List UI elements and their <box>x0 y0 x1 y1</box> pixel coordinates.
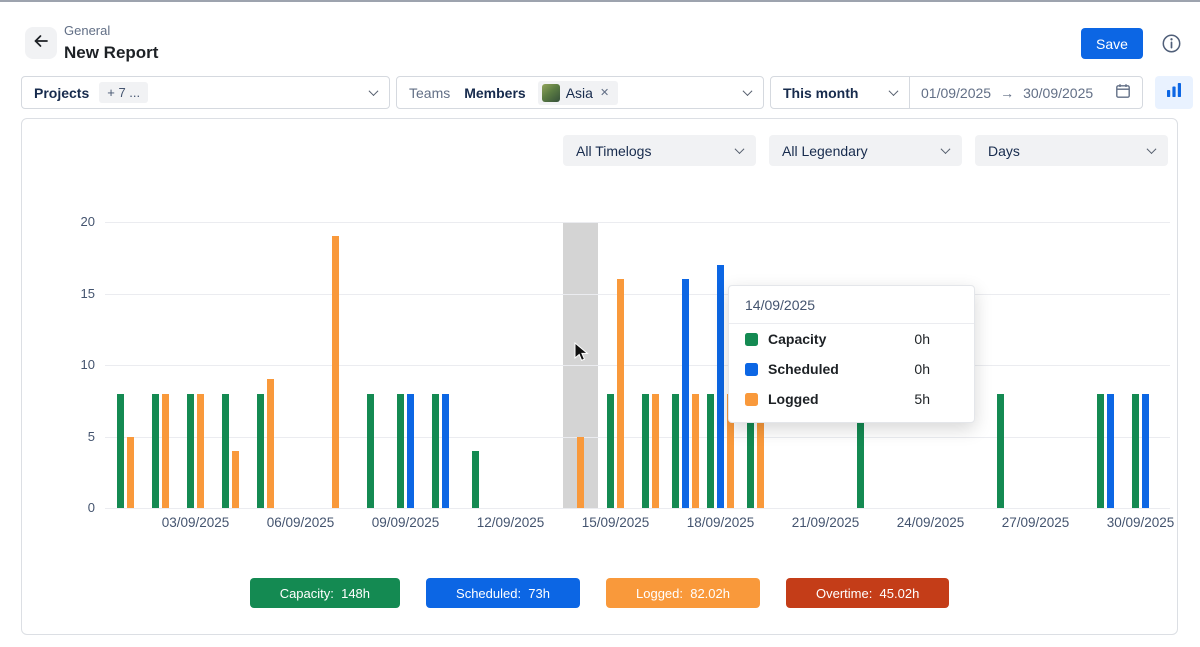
timelogs-dropdown-label: All Timelogs <box>576 143 651 159</box>
logged-swatch-icon <box>745 393 758 406</box>
bar-capacity[interactable] <box>707 394 714 508</box>
x-axis-label: 03/09/2025 <box>151 515 241 530</box>
chevron-down-icon <box>735 144 745 154</box>
tooltip-date: 14/09/2025 <box>729 286 974 324</box>
bar-logged[interactable] <box>197 394 204 508</box>
legend-scheduled-badge[interactable]: Scheduled: 73h <box>426 578 580 608</box>
bar-logged[interactable] <box>232 451 239 508</box>
y-axis-label: 20 <box>65 214 95 229</box>
bar-scheduled[interactable] <box>717 265 724 508</box>
tooltip-row-capacity: Capacity 0h <box>729 324 974 354</box>
bar-capacity[interactable] <box>222 394 229 508</box>
legend-overtime-badge[interactable]: Overtime: 45.02h <box>786 578 949 608</box>
bar-capacity[interactable] <box>117 394 124 508</box>
bar-logged[interactable] <box>267 379 274 508</box>
bar-logged[interactable] <box>332 236 339 508</box>
y-gridline <box>105 294 1170 295</box>
x-axis-label: 06/09/2025 <box>256 515 346 530</box>
x-axis-label: 30/09/2025 <box>1096 515 1186 530</box>
legend-row: Capacity: 148h Scheduled: 73h Logged: 82… <box>21 578 1178 608</box>
tooltip-row-label: Capacity <box>768 331 826 347</box>
bar-capacity[interactable] <box>187 394 194 508</box>
bar-logged[interactable] <box>692 394 699 508</box>
bar-scheduled[interactable] <box>407 394 414 508</box>
mouse-cursor <box>574 342 589 368</box>
bar-chart: 0 5 10 15 20 03/09/2025 06/09/2025 09/09/2025 12… <box>0 0 1200 647</box>
tooltip-row-label: Logged <box>768 391 819 407</box>
timelogs-dropdown[interactable]: All Timelogs <box>563 135 756 166</box>
bar-capacity[interactable] <box>1097 394 1104 508</box>
bar-capacity[interactable] <box>397 394 404 508</box>
bar-logged[interactable] <box>162 394 169 508</box>
x-axis-label: 12/09/2025 <box>466 515 556 530</box>
legend-capacity-badge[interactable]: Capacity: 148h <box>250 578 400 608</box>
bar-scheduled[interactable] <box>682 279 689 508</box>
y-gridline <box>105 437 1170 438</box>
y-axis-label: 15 <box>65 286 95 301</box>
bar-scheduled[interactable] <box>1142 394 1149 508</box>
y-gridline <box>105 508 1170 509</box>
bar-capacity[interactable] <box>672 394 679 508</box>
chart-tooltip: 14/09/2025 Capacity 0h Scheduled 0h Logg… <box>728 285 975 423</box>
x-axis-label: 15/09/2025 <box>571 515 661 530</box>
x-axis-label: 09/09/2025 <box>361 515 451 530</box>
x-axis-label: 21/09/2025 <box>781 515 871 530</box>
bar-capacity[interactable] <box>997 394 1004 508</box>
bar-capacity[interactable] <box>472 451 479 508</box>
bar-logged[interactable] <box>577 437 584 509</box>
legend-filter-label: All Legendary <box>782 143 868 159</box>
bar-capacity[interactable] <box>1132 394 1139 508</box>
tooltip-row-value: 0h <box>914 331 930 347</box>
granularity-dropdown[interactable]: Days <box>975 135 1168 166</box>
tooltip-row-value: 0h <box>914 361 930 377</box>
chevron-down-icon <box>941 144 951 154</box>
granularity-label: Days <box>988 143 1020 159</box>
tooltip-row-logged: Logged 5h <box>729 384 974 414</box>
bar-capacity[interactable] <box>367 394 374 508</box>
bar-logged[interactable] <box>127 437 134 509</box>
y-axis-label: 0 <box>65 500 95 515</box>
legend-filter-dropdown[interactable]: All Legendary <box>769 135 962 166</box>
bar-capacity[interactable] <box>432 394 439 508</box>
bar-scheduled[interactable] <box>442 394 449 508</box>
scheduled-swatch-icon <box>745 363 758 376</box>
legend-logged-badge[interactable]: Logged: 82.02h <box>606 578 760 608</box>
y-axis-label: 10 <box>65 357 95 372</box>
x-axis-label: 18/09/2025 <box>676 515 766 530</box>
tooltip-row-label: Scheduled <box>768 361 839 377</box>
y-axis-label: 5 <box>65 429 95 444</box>
y-gridline <box>105 222 1170 223</box>
capacity-swatch-icon <box>745 333 758 346</box>
bar-capacity[interactable] <box>607 394 614 508</box>
bar-scheduled[interactable] <box>1107 394 1114 508</box>
x-axis-label: 27/09/2025 <box>991 515 1081 530</box>
bar-capacity[interactable] <box>152 394 159 508</box>
chevron-down-icon <box>1147 144 1157 154</box>
bar-capacity[interactable] <box>257 394 264 508</box>
y-gridline <box>105 365 1170 366</box>
tooltip-row-scheduled: Scheduled 0h <box>729 354 974 384</box>
x-axis-label: 24/09/2025 <box>886 515 976 530</box>
bar-logged[interactable] <box>617 279 624 508</box>
tooltip-row-value: 5h <box>914 391 930 407</box>
bar-logged[interactable] <box>652 394 659 508</box>
bar-capacity[interactable] <box>642 394 649 508</box>
